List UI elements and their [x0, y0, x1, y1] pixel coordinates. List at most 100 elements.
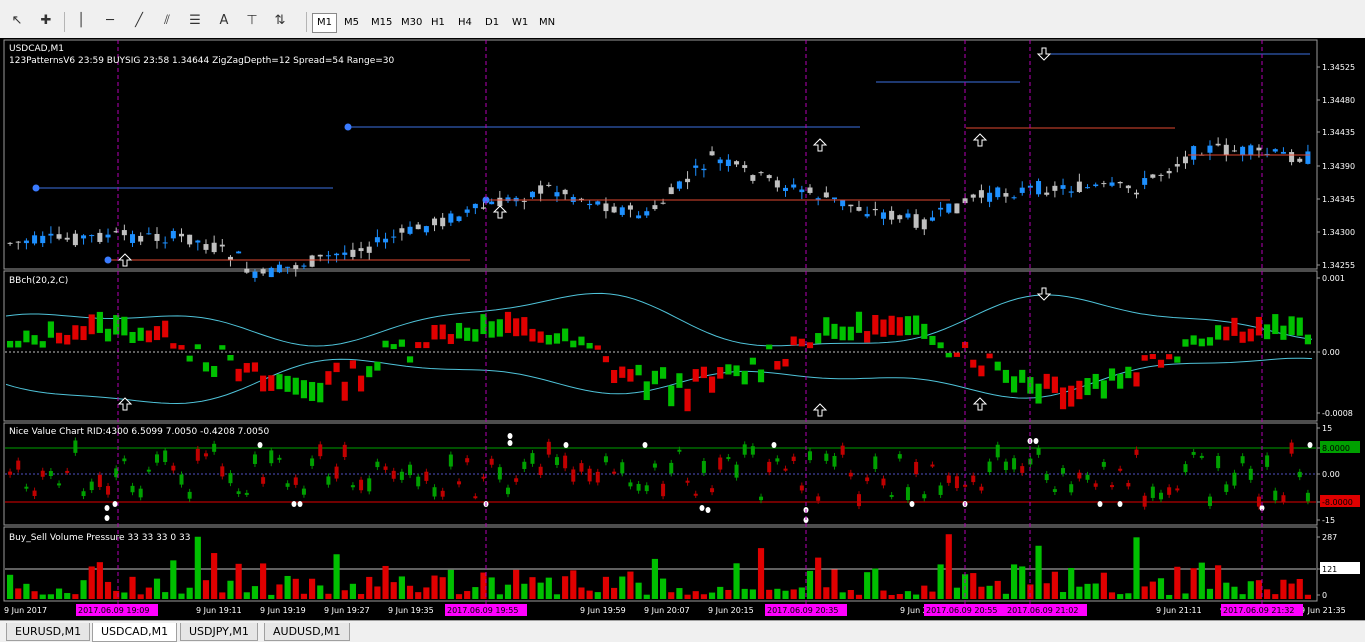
- volume-bar: [1304, 594, 1311, 599]
- candle-body: [170, 230, 176, 239]
- candle-body: [1150, 174, 1156, 178]
- vertical-line-icon[interactable]: │: [72, 12, 90, 30]
- tab-eurusd-m1[interactable]: EURUSD,M1: [6, 623, 91, 641]
- candle-body: [1117, 181, 1123, 184]
- candle-body: [1068, 191, 1074, 193]
- bb-bar: [243, 363, 250, 373]
- nvc-bar: [1036, 448, 1041, 455]
- bb-bar: [708, 376, 716, 393]
- tab-usdcad-m1[interactable]: USDCAD,M1: [92, 623, 178, 642]
- bb-bar: [1206, 337, 1214, 346]
- volume-bar: [1223, 582, 1230, 599]
- nvc-bar: [1297, 471, 1302, 478]
- tab-audusd-m1[interactable]: AUDUSD,M1: [264, 623, 350, 641]
- nvc-bar: [130, 485, 135, 493]
- volume-bar: [211, 553, 218, 599]
- candle-body: [1182, 156, 1188, 164]
- timeframe-d1[interactable]: D1: [480, 13, 504, 33]
- nvc-bar: [252, 454, 257, 464]
- bb-bar: [162, 320, 169, 338]
- crosshair-icon[interactable]: ✚: [37, 12, 55, 30]
- chart-canvas[interactable]: USDCAD,M1 123PatternsV6 23:59 BUYSIG 23:…: [0, 38, 1365, 620]
- nvc-bar: [277, 457, 282, 460]
- candle-body: [448, 213, 454, 223]
- bb-bar: [602, 356, 610, 363]
- volume-bar: [839, 592, 846, 599]
- volume-bar: [749, 589, 756, 599]
- bb-bar: [1092, 373, 1099, 389]
- nvc-bar: [1118, 468, 1123, 471]
- candle-body: [725, 159, 731, 167]
- text-label-icon[interactable]: ⊤: [243, 12, 261, 30]
- timeframe-m15[interactable]: M15: [366, 13, 397, 33]
- candle-body: [701, 168, 707, 171]
- nvc-bar: [914, 461, 919, 475]
- volume-axis-label: 287: [1322, 533, 1337, 542]
- bb-bar: [586, 342, 593, 349]
- volume-bar: [651, 558, 658, 599]
- nvc-bar: [212, 443, 217, 452]
- candle-body: [880, 212, 886, 219]
- nvc-extreme-dot: [699, 505, 705, 511]
- timeframe-m1[interactable]: M1: [312, 13, 337, 33]
- volume-bar: [643, 594, 650, 599]
- nvc-bar: [269, 450, 274, 464]
- volume-bar: [586, 590, 593, 599]
- nvc-bar: [473, 496, 478, 499]
- cursor-icon[interactable]: ↖: [8, 12, 26, 30]
- equidistant-channel-icon[interactable]: ⫽: [158, 12, 176, 30]
- volume-bar: [1182, 593, 1189, 599]
- timeframe-h4[interactable]: H4: [453, 13, 477, 33]
- volume-bar: [1002, 593, 1009, 599]
- nvc-bar: [1093, 483, 1098, 487]
- price-scale: 1.34525 1.34480 1.34435 1.34390 1.34345 1.343…: [1317, 63, 1355, 270]
- volume-bar: [700, 594, 707, 599]
- nvc-bar: [514, 478, 519, 482]
- arrows-icon[interactable]: ⇅: [271, 12, 289, 30]
- timeframe-h1[interactable]: H1: [426, 13, 450, 33]
- bb-bar: [23, 330, 30, 343]
- volume-bar: [660, 578, 667, 599]
- bb-bar: [570, 340, 577, 348]
- candle-body: [1158, 174, 1164, 176]
- timeframe-mn[interactable]: MN: [534, 13, 560, 33]
- nvc-bar: [628, 482, 633, 487]
- nvc-bar: [416, 476, 421, 487]
- candle-body: [497, 197, 503, 207]
- bb-bar: [284, 375, 291, 392]
- nvc-bar: [65, 470, 70, 473]
- timeframe-m5[interactable]: M5: [339, 13, 364, 33]
- nvc-bar: [808, 451, 813, 461]
- trendline-icon[interactable]: ╱: [130, 12, 148, 30]
- nvc-bar: [448, 454, 453, 467]
- volume-bar: [227, 580, 234, 599]
- timeframe-w1[interactable]: W1: [507, 13, 533, 33]
- nvc-bar: [1281, 495, 1286, 502]
- nvc-bar: [897, 454, 902, 459]
- fibonacci-icon[interactable]: ☰: [186, 12, 204, 30]
- candle-body: [1280, 151, 1286, 154]
- volume-bar: [676, 588, 683, 599]
- candle-body: [1223, 144, 1229, 155]
- nvc-bar: [440, 490, 445, 497]
- bb-bar: [121, 316, 128, 336]
- bb-panel-title: BBch(20,2,C): [9, 276, 68, 286]
- volume-bar: [104, 581, 112, 599]
- timeframe-m30[interactable]: M30: [396, 13, 427, 33]
- chart-window[interactable]: USDCAD,M1 123PatternsV6 23:59 BUYSIG 23:…: [0, 38, 1365, 620]
- bb-bar: [1117, 373, 1124, 389]
- bb-bar: [292, 377, 299, 395]
- time-axis-label: 9 Jun 2017: [4, 606, 47, 615]
- bb-bar: [521, 317, 528, 336]
- volume-bar: [1231, 586, 1238, 599]
- bb-axis-label: -0.0008: [1322, 409, 1353, 418]
- text-icon[interactable]: A: [215, 12, 233, 30]
- tab-usdjpy-m1[interactable]: USDJPY,M1: [180, 623, 258, 641]
- horizontal-line-icon[interactable]: ─: [101, 12, 119, 30]
- bb-bar: [774, 361, 781, 370]
- nvc-bar: [669, 462, 674, 474]
- candle-body: [407, 226, 413, 234]
- bb-bar: [349, 360, 356, 369]
- bb-bar: [676, 373, 683, 388]
- nvc-bar: [587, 468, 592, 482]
